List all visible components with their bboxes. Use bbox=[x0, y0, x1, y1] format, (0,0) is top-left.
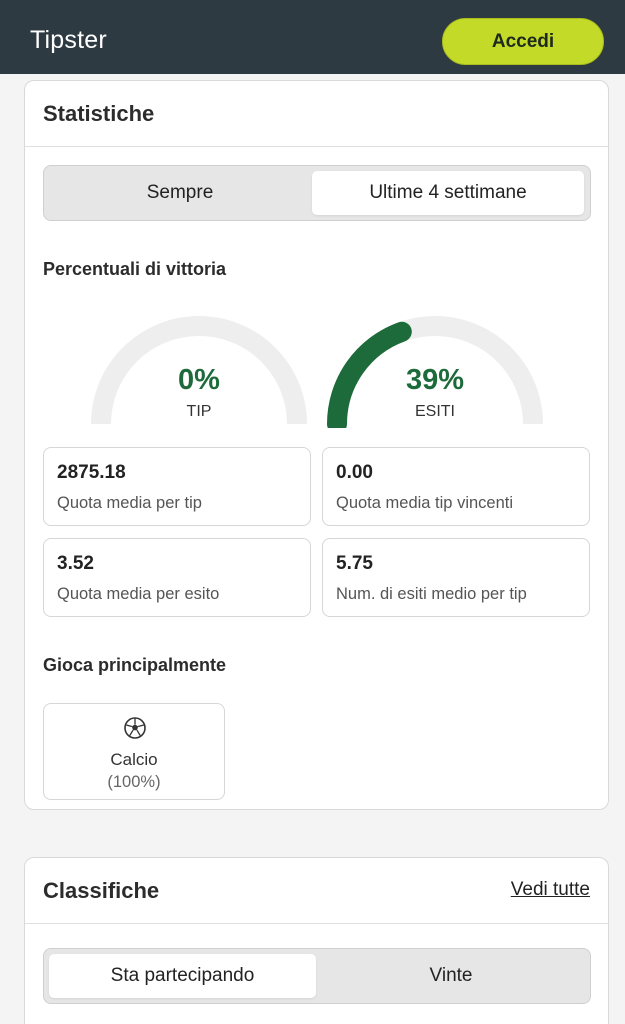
soccer-ball-icon bbox=[124, 717, 146, 739]
statistics-card: Statistiche Sempre Ultime 4 settimane Pe… bbox=[24, 80, 609, 810]
sport-share: (100%) bbox=[107, 773, 161, 791]
statistics-title: Statistiche bbox=[43, 101, 155, 126]
tip-gauge: 0% TIP bbox=[91, 316, 307, 428]
tab-last-4-weeks[interactable]: Ultime 4 settimane bbox=[312, 171, 584, 215]
avg-odds-per-tip-box: 2875.18 Quota media per tip bbox=[43, 447, 311, 526]
sport-item-calcio[interactable]: Calcio (100%) bbox=[43, 703, 225, 800]
period-selector: Sempre Ultime 4 settimane bbox=[43, 165, 591, 221]
avg-outcomes-per-tip-box: 5.75 Num. di esiti medio per tip bbox=[322, 538, 590, 617]
top-app-bar: Tipster Accedi bbox=[0, 0, 625, 74]
avg-odds-per-outcome-box: 3.52 Quota media per esito bbox=[43, 538, 311, 617]
outcomes-gauge: 39% ESITI bbox=[327, 316, 543, 428]
stat-label: Quota media tip vincenti bbox=[336, 494, 514, 512]
tab-always[interactable]: Sempre bbox=[49, 171, 311, 215]
tab-won[interactable]: Vinte bbox=[318, 954, 584, 998]
stat-value: 0.00 bbox=[336, 462, 373, 483]
app-title: Tipster bbox=[30, 26, 107, 54]
stat-label: Quota media per tip bbox=[57, 494, 202, 512]
rankings-card: Classifiche Vedi tutte Sta partecipando … bbox=[24, 857, 609, 1024]
win-percentages-title: Percentuali di vittoria bbox=[43, 259, 227, 279]
login-button[interactable]: Accedi bbox=[442, 18, 604, 65]
rankings-title: Classifiche bbox=[43, 878, 160, 903]
tab-participating[interactable]: Sta partecipando bbox=[49, 954, 316, 998]
outcomes-gauge-value: 39% bbox=[405, 364, 465, 396]
outcomes-gauge-label: ESITI bbox=[414, 403, 455, 420]
stat-value: 2875.18 bbox=[57, 462, 126, 483]
tip-gauge-value: 0% bbox=[178, 364, 220, 396]
sport-name: Calcio bbox=[110, 750, 158, 769]
avg-odds-winning-tips-box: 0.00 Quota media tip vincenti bbox=[322, 447, 590, 526]
rankings-card-header: Classifiche Vedi tutte bbox=[25, 858, 608, 924]
rankings-tab-selector: Sta partecipando Vinte bbox=[43, 948, 591, 1004]
stat-label: Quota media per esito bbox=[57, 585, 220, 603]
statistics-card-header: Statistiche bbox=[25, 81, 608, 147]
stat-value: 3.52 bbox=[57, 553, 94, 574]
stat-value: 5.75 bbox=[336, 553, 373, 574]
stat-label: Num. di esiti medio per tip bbox=[336, 585, 527, 603]
plays-mainly-title: Gioca principalmente bbox=[43, 655, 227, 675]
see-all-link[interactable]: Vedi tutte bbox=[511, 879, 590, 901]
tip-gauge-label: TIP bbox=[186, 403, 212, 420]
